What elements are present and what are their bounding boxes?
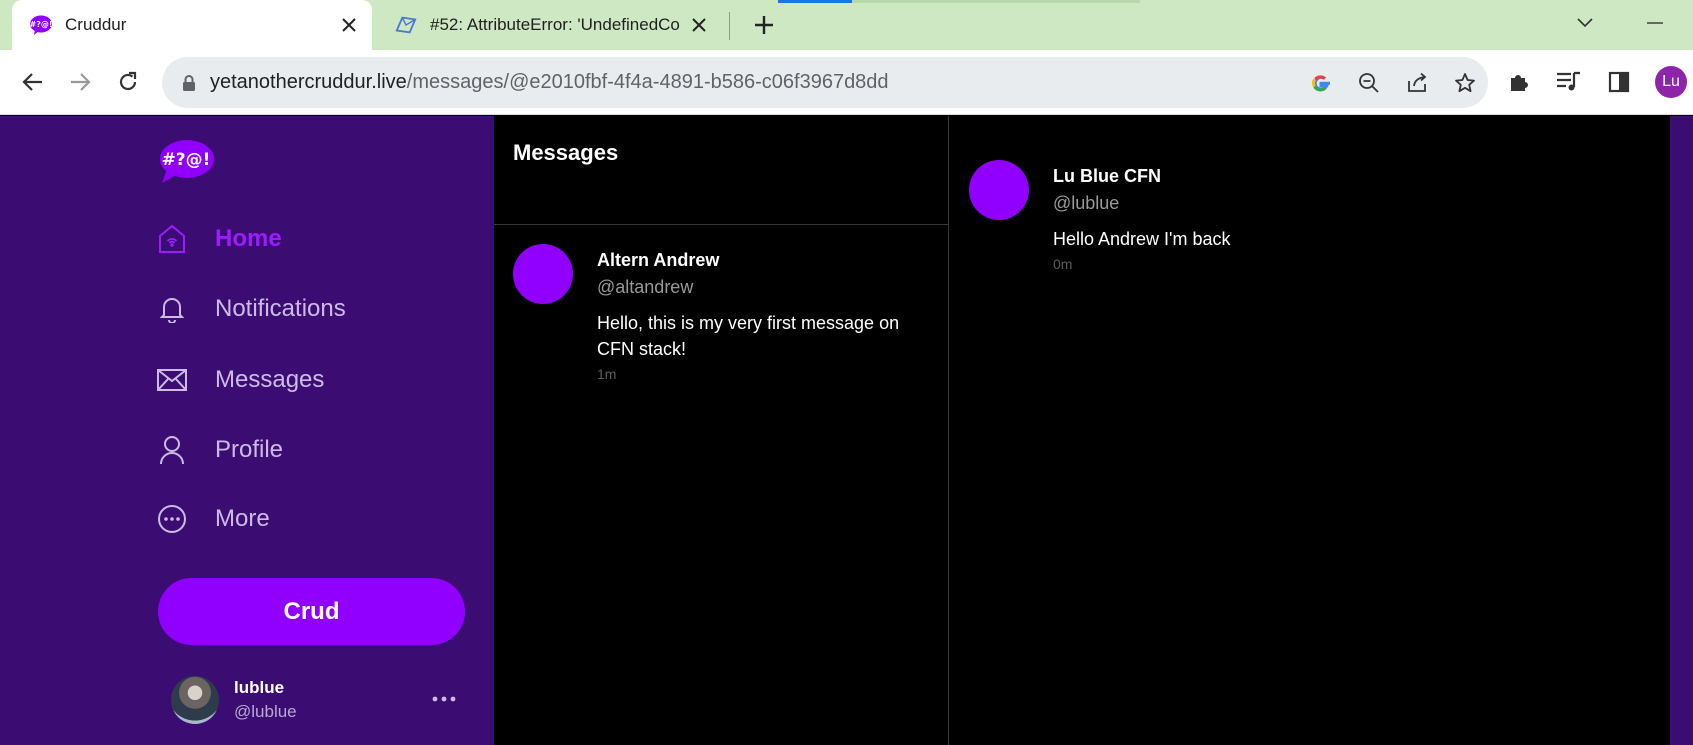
nav-profile[interactable]: Profile (157, 425, 283, 475)
tab-title: #52: AttributeError: 'UndefinedCo (430, 15, 680, 34)
share-icon[interactable] (1404, 70, 1430, 96)
svg-text:#?@!: #?@! (30, 20, 53, 29)
nav-more-label: More (215, 505, 270, 532)
loading-bar (778, 0, 1140, 3)
current-user-name: lublue (234, 678, 285, 697)
minimize-icon (1647, 22, 1663, 24)
reload-icon (119, 71, 137, 91)
arrow-left-icon (22, 73, 42, 91)
right-margin (1670, 116, 1693, 745)
minimize-window-button[interactable] (1640, 8, 1670, 38)
browser-tabstrip: #?@! Cruddur #52: AttributeError: 'Undef… (0, 0, 1693, 50)
url-host: yetanothercruddur.live (210, 71, 407, 93)
back-button[interactable] (15, 64, 51, 100)
side-panel-icon[interactable] (1605, 64, 1633, 100)
bell-icon (157, 294, 187, 324)
url-path: /messages/@e2010fbf-4f4a-4891-b586-c06f3… (406, 71, 889, 93)
tab-title: Cruddur (65, 15, 127, 34)
nav-profile-label: Profile (215, 436, 284, 463)
cruddur-page: #?@! Home Notifications Messages Profile… (0, 116, 1693, 745)
crud-button[interactable]: Crud (158, 578, 465, 645)
tab-separator (729, 12, 730, 40)
nav-messages-label: Messages (215, 366, 325, 393)
tab-search-button[interactable] (1570, 8, 1600, 38)
browser-toolbar: yetanothercruddur.live/messages/@e2010fb… (0, 50, 1693, 115)
sidebar: #?@! Home Notifications Messages Profile… (0, 116, 494, 745)
chevron-down-icon (1577, 18, 1593, 28)
cruddur-logo[interactable]: #?@! (158, 139, 214, 185)
message-time: 0m (1053, 256, 1073, 272)
address-bar[interactable]: yetanothercruddur.live/messages/@e2010fb… (162, 57, 1488, 108)
new-tab-button[interactable] (748, 9, 780, 41)
message-text: Hello Andrew I'm back (1053, 229, 1231, 249)
current-user[interactable]: lublue @lublue (171, 674, 461, 726)
person-icon (157, 435, 187, 465)
avatar[interactable] (969, 160, 1029, 220)
conversation-thread: Lu Blue CFN @lublue Hello Andrew I'm bac… (950, 116, 1670, 745)
message-display-name[interactable]: Lu Blue CFN (1053, 166, 1231, 187)
message-item: Lu Blue CFN @lublue Hello Andrew I'm bac… (969, 160, 1389, 272)
message-group-item[interactable]: Altern Andrew @altandrew Hello, this is … (513, 244, 933, 382)
url-text[interactable]: yetanothercruddur.live/messages/@e2010fb… (210, 71, 889, 94)
group-message-text: Hello, this is my very first message on … (597, 313, 900, 359)
zoom-out-icon[interactable] (1356, 70, 1382, 96)
nav-messages[interactable]: Messages (157, 355, 324, 405)
home-icon (157, 224, 187, 254)
plus-icon (755, 16, 773, 34)
nav-more[interactable]: More (157, 494, 270, 544)
svg-text:#?@!: #?@! (162, 150, 211, 170)
forward-button[interactable] (62, 64, 98, 100)
bookmark-star-icon[interactable] (1452, 70, 1478, 96)
nav-notifications-label: Notifications (215, 295, 346, 322)
cruddur-favicon-icon: #?@! (29, 13, 53, 37)
nav-home[interactable]: Home (157, 214, 282, 264)
close-tab-icon[interactable] (334, 10, 364, 40)
page-title: Messages (513, 140, 619, 165)
lock-icon[interactable] (182, 74, 196, 92)
close-tab-icon[interactable] (684, 10, 714, 40)
group-display-name: Altern Andrew (597, 250, 720, 270)
extensions-puzzle-icon[interactable] (1505, 64, 1533, 100)
arrow-right-icon (71, 73, 91, 91)
tab-github-issue[interactable]: #52: AttributeError: 'UndefinedCo (377, 0, 722, 50)
message-groups-panel: Messages Altern Andrew @altandrew Hello,… (494, 116, 949, 745)
tab-cruddur[interactable]: #?@! Cruddur (12, 0, 372, 50)
group-handle: @altandrew (597, 277, 694, 297)
nav-notifications[interactable]: Notifications (157, 284, 346, 334)
divider (494, 224, 949, 225)
current-user-handle: @lublue (234, 702, 297, 721)
avatar (171, 676, 219, 724)
gitpod-favicon-icon (394, 13, 418, 37)
google-lens-icon[interactable] (1308, 70, 1334, 96)
envelope-icon (157, 365, 187, 395)
message-handle[interactable]: @lublue (1053, 193, 1231, 214)
reading-list-icon[interactable] (1555, 64, 1583, 100)
profile-avatar-button[interactable]: Lu (1655, 66, 1687, 98)
avatar (513, 244, 573, 304)
ellipsis-icon[interactable] (427, 684, 461, 714)
reload-button[interactable] (110, 64, 146, 100)
more-circle-icon (157, 504, 187, 534)
group-message-time: 1m (597, 366, 617, 382)
nav-home-label: Home (215, 225, 282, 252)
